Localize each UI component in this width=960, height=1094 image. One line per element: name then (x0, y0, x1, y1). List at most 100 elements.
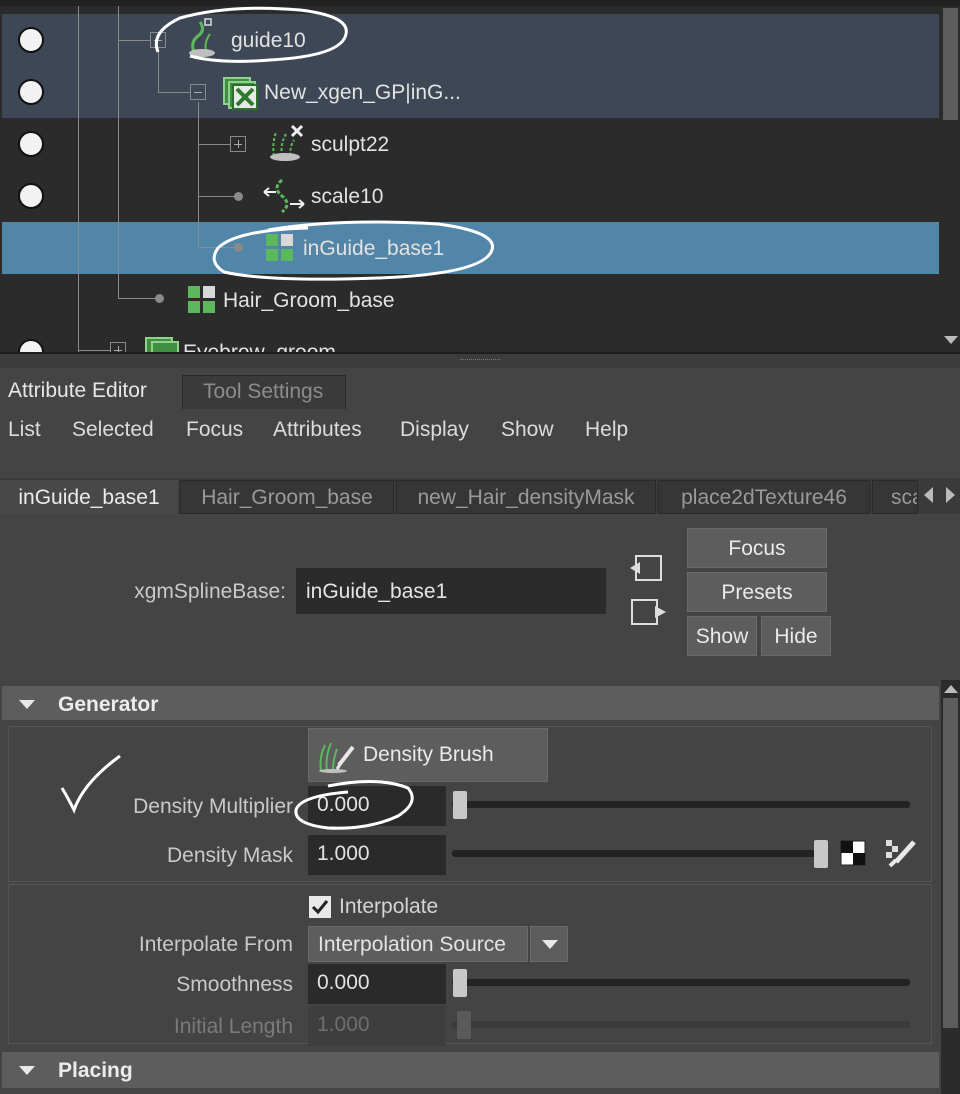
node-tab-place2dtexture[interactable]: place2dTexture46 (658, 480, 870, 514)
visibility-toggle[interactable] (18, 27, 44, 53)
scrollbar-thumb[interactable] (943, 8, 958, 120)
xgen-description-icon (223, 77, 258, 110)
density-brush-icon (319, 742, 355, 773)
annotation-circle (294, 780, 414, 830)
tree-line (158, 92, 190, 93)
initial-length-field: 1.000 (308, 1006, 446, 1046)
collapse-arrow-icon (19, 700, 35, 709)
menu-selected[interactable]: Selected (72, 418, 154, 442)
section-placing-header[interactable]: Placing (2, 1052, 939, 1088)
outliner-row-scale10[interactable] (2, 170, 939, 222)
interpolate-label: Interpolate (339, 895, 439, 918)
interpolate-from-label: Interpolate From (138, 933, 293, 956)
scrollbar-thumb[interactable] (943, 698, 958, 1028)
scroll-down-icon[interactable] (944, 336, 958, 344)
smoothness-slider-handle[interactable] (453, 969, 467, 997)
initial-length-label: Initial Length (173, 1015, 293, 1038)
generator-body: Density Brush Density Multiplier 0.000 D… (0, 720, 940, 1048)
dropdown-arrow-icon[interactable] (530, 926, 568, 962)
menu-show[interactable]: Show (501, 418, 554, 442)
node-label-scale10: scale10 (311, 185, 384, 208)
scroll-up-icon[interactable] (944, 685, 958, 693)
outliner-scrollbar[interactable] (941, 6, 960, 352)
input-connections-icon[interactable] (628, 552, 664, 584)
smoothness-field[interactable]: 0.000 (308, 964, 446, 1004)
section-generator-title: Generator (58, 693, 159, 716)
tree-line (118, 298, 156, 299)
density-mask-slider-handle[interactable] (814, 840, 828, 868)
section-placing-title: Placing (58, 1059, 133, 1082)
menu-help[interactable]: Help (585, 418, 628, 442)
interpolate-from-dropdown[interactable]: Interpolation Source (308, 926, 528, 962)
presets-button[interactable]: Presets (687, 572, 827, 612)
tree-line (78, 350, 110, 351)
checkmark-icon (311, 900, 329, 915)
outliner-top-strip (0, 0, 960, 6)
tab-scroll-right-icon[interactable] (946, 487, 955, 503)
node-tab-density-mask[interactable]: new_Hair_densityMask (396, 480, 656, 514)
outliner-row-sculpt22[interactable] (2, 118, 939, 170)
tab-scroll-left-icon[interactable] (924, 487, 933, 503)
outliner-row-eyebrow-groom[interactable] (2, 326, 939, 352)
section-generator-header[interactable]: Generator (2, 686, 939, 722)
map-texture-icon[interactable] (840, 840, 866, 866)
panel-tabs: Attribute Editor Tool Settings (0, 375, 960, 409)
tree-line (78, 6, 79, 352)
show-button[interactable]: Show (687, 616, 757, 656)
smoothness-slider[interactable] (452, 979, 910, 986)
density-mask-label: Density Mask (166, 844, 293, 867)
density-multiplier-slider[interactable] (452, 801, 910, 808)
annotation-circle (212, 220, 495, 281)
density-multiplier-slider-handle[interactable] (453, 791, 467, 819)
xgen-description-icon (145, 337, 179, 352)
node-label-sculpt22: sculpt22 (311, 133, 390, 156)
tree-line (198, 196, 236, 197)
density-mask-slider[interactable] (452, 850, 826, 857)
node-type-label: xgmSplineBase: (134, 580, 286, 603)
collapse-toggle[interactable] (190, 84, 206, 100)
density-brush-label: Density Brush (363, 743, 494, 766)
focus-button[interactable]: Focus (687, 528, 827, 568)
expand-toggle[interactable] (230, 136, 246, 152)
scale-icon (263, 178, 305, 214)
node-header: xgmSplineBase: inGuide_base1 Focus Prese… (0, 514, 960, 678)
annotation-checkmark (60, 754, 121, 814)
menu-focus[interactable]: Focus (186, 418, 243, 442)
leaf-marker (234, 192, 243, 201)
menu-bar: List Selected Focus Attributes Display S… (0, 414, 960, 448)
tree-line (198, 102, 199, 246)
node-tab-truncated[interactable]: sca (872, 480, 918, 514)
tab-attribute-editor[interactable]: Attribute Editor (0, 375, 180, 409)
attribute-editor-scrollbar[interactable] (941, 680, 960, 1094)
density-mask-field[interactable]: 1.000 (308, 835, 446, 875)
menu-list[interactable]: List (8, 418, 41, 442)
tree-line (118, 40, 150, 41)
visibility-toggle[interactable] (18, 131, 44, 157)
node-label-xgen-gp: New_xgen_GP|inG... (264, 81, 461, 104)
visibility-toggle[interactable] (18, 183, 44, 209)
leaf-marker (155, 294, 164, 303)
sculpt-icon (270, 124, 304, 161)
hide-button[interactable]: Hide (761, 616, 831, 656)
output-connections-icon[interactable] (628, 596, 668, 628)
menu-attributes[interactable]: Attributes (273, 418, 362, 442)
spline-base-icon (188, 286, 215, 313)
interpolate-checkbox[interactable] (309, 896, 331, 918)
annotation-circle (154, 6, 348, 63)
node-name-field[interactable]: inGuide_base1 (296, 568, 606, 614)
collapse-arrow-icon (19, 1066, 35, 1075)
outliner-row-xgen-gp[interactable] (2, 66, 939, 118)
node-label-hair-groom-base: Hair_Groom_base (223, 289, 395, 312)
node-label-eyebrow-groom: Eyebrow_groom (183, 341, 336, 352)
initial-length-slider (452, 1021, 910, 1028)
tab-tool-settings[interactable]: Tool Settings (182, 375, 346, 409)
visibility-toggle[interactable] (18, 79, 44, 105)
paint-brush-icon[interactable] (884, 838, 918, 868)
node-tab-inguide-base1[interactable]: inGuide_base1 (0, 480, 178, 514)
panel-splitter[interactable] (0, 352, 960, 368)
menu-display[interactable]: Display (400, 418, 469, 442)
smoothness-label: Smoothness (176, 973, 293, 996)
expand-toggle[interactable] (110, 342, 126, 352)
node-tab-hair-groom-base[interactable]: Hair_Groom_base (180, 480, 394, 514)
density-brush-button[interactable]: Density Brush (308, 728, 548, 782)
